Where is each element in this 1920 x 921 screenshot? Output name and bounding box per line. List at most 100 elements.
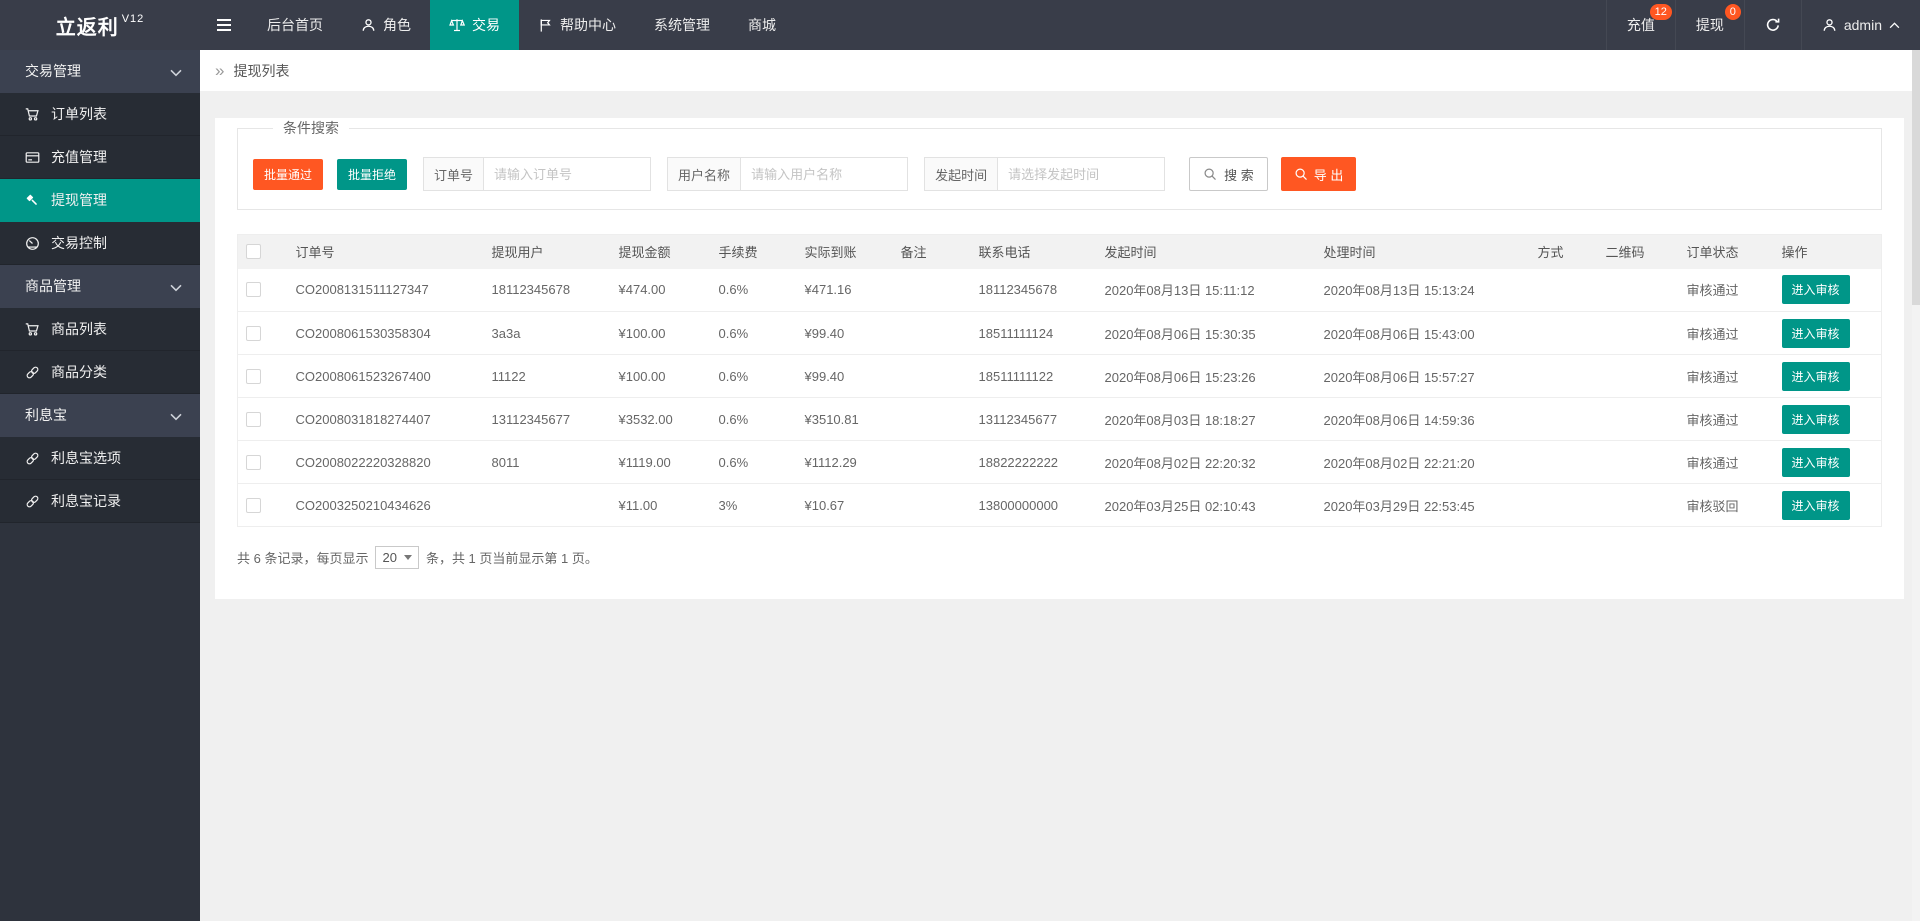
enter-audit-button[interactable]: 进入审核 (1781, 361, 1850, 391)
nav-item-trade[interactable]: 交易 (430, 0, 519, 50)
sidebar-item-withdraw-manage[interactable]: 提现管理 (0, 179, 200, 222)
sidebar: 交易管理 订单列表 充值管理 提现管理 交易控制 商品管理 商品列表 商品分类 … (0, 50, 200, 921)
enter-audit-button[interactable]: 进入审核 (1781, 490, 1850, 520)
col-user: 提现用户 (483, 234, 611, 269)
cell-processed: 2020年08月06日 14:59:36 (1315, 397, 1530, 441)
enter-audit-button[interactable]: 进入审核 (1781, 318, 1850, 348)
flag-icon (540, 18, 551, 32)
cell-remark (892, 354, 971, 398)
sidebar-item-interest-records[interactable]: 利息宝记录 (0, 480, 200, 523)
cell-fee: 0.6% (710, 397, 797, 441)
scrollbar-thumb[interactable] (1912, 50, 1920, 305)
page-size-value: 20 (382, 550, 397, 565)
cell-actual: ¥1112.29 (796, 440, 893, 484)
row-checkbox[interactable] (246, 368, 261, 384)
user-name-input[interactable] (740, 157, 909, 191)
sidebar-group-interest[interactable]: 利息宝 (0, 394, 200, 437)
sidebar-group-goods[interactable]: 商品管理 (0, 265, 200, 308)
user-menu[interactable]: admin (1800, 0, 1920, 50)
select-all-checkbox[interactable] (246, 244, 261, 260)
cell-fee: 0.6% (710, 268, 797, 312)
sidebar-toggle-button[interactable] (200, 0, 248, 50)
cell-actual: ¥99.40 (796, 354, 893, 398)
scrollbar[interactable] (1912, 50, 1920, 921)
col-amount: 提现金额 (610, 234, 711, 269)
batch-reject-button[interactable]: 批量拒绝 (337, 158, 408, 190)
user-name: admin (1843, 17, 1882, 33)
nav-item-help[interactable]: 帮助中心 (519, 0, 635, 50)
refresh-icon (1766, 18, 1780, 31)
order-no-field: 订单号 (423, 157, 652, 191)
brand-logo[interactable]: 立返利 V12 (0, 0, 200, 50)
sidebar-item-goods-list[interactable]: 商品列表 (0, 308, 200, 351)
chevron-up-icon (1889, 21, 1900, 28)
sidebar-item-recharge-manage[interactable]: 充值管理 (0, 136, 200, 179)
enter-audit-button[interactable]: 进入审核 (1781, 275, 1850, 305)
search-button[interactable]: 搜 索 (1189, 157, 1268, 191)
content-card: 条件搜索 批量通过 批量拒绝 订单号 用户名称 发起时间 (215, 118, 1904, 599)
cell-fee: 0.6% (710, 311, 797, 355)
cell-processed: 2020年08月13日 15:13:24 (1315, 268, 1530, 312)
col-phone: 联系电话 (970, 234, 1097, 269)
nav-item-mall[interactable]: 商城 (729, 0, 795, 50)
sidebar-item-trade-control[interactable]: 交易控制 (0, 222, 200, 265)
sidebar-item-order-list[interactable]: 订单列表 (0, 93, 200, 136)
cell-created: 2020年08月06日 15:23:26 (1096, 354, 1316, 398)
row-checkbox[interactable] (246, 497, 261, 513)
row-checkbox[interactable] (246, 325, 261, 341)
user-icon (1823, 18, 1836, 31)
cell-order-no: CO2008061523267400 (287, 354, 484, 398)
cell-qrcode (1597, 311, 1679, 355)
cell-remark (892, 483, 971, 527)
pagination-suffix: 条，共 1 页当前显示第 1 页。 (425, 551, 598, 566)
cell-method (1529, 440, 1598, 484)
cell-created: 2020年03月25日 02:10:43 (1096, 483, 1316, 527)
cell-qrcode (1597, 483, 1679, 527)
col-order-no: 订单号 (287, 234, 484, 269)
cell-amount: ¥11.00 (610, 483, 711, 527)
chevron-down-icon (170, 413, 182, 421)
nav-item-home[interactable]: 后台首页 (248, 0, 342, 50)
row-checkbox[interactable] (246, 282, 261, 298)
cell-status: 审核通过 (1678, 311, 1774, 355)
breadcrumb: 提现列表 (200, 50, 1920, 91)
order-no-input[interactable] (483, 157, 652, 191)
enter-audit-button[interactable]: 进入审核 (1781, 447, 1850, 477)
navbar-right: 充值 12 提现 0 admin (1605, 0, 1920, 50)
cell-phone: 18822222222 (970, 440, 1097, 484)
cell-status: 审核通过 (1678, 397, 1774, 441)
batch-approve-button[interactable]: 批量通过 (253, 158, 324, 190)
row-checkbox[interactable] (246, 454, 261, 470)
export-button[interactable]: 导 出 (1280, 157, 1357, 191)
sidebar-group-label: 商品管理 (25, 278, 81, 294)
cell-status: 审核通过 (1678, 354, 1774, 398)
row-checkbox[interactable] (246, 411, 261, 427)
nav-item-withdraw[interactable]: 提现 0 (1674, 0, 1744, 50)
sidebar-item-goods-category[interactable]: 商品分类 (0, 351, 200, 394)
refresh-button[interactable] (1743, 0, 1801, 50)
sidebar-group-trade[interactable]: 交易管理 (0, 50, 200, 93)
nav-item-recharge[interactable]: 充值 12 (1605, 0, 1675, 50)
cell-remark (892, 268, 971, 312)
table-row: CO2008131511127347 18112345678 ¥474.00 0… (237, 268, 1882, 312)
cell-phone: 18112345678 (970, 268, 1097, 312)
withdraw-table: 订单号 提现用户 提现金额 手续费 实际到账 备注 联系电话 发起时间 处理时间… (237, 234, 1882, 527)
enter-audit-button[interactable]: 进入审核 (1781, 404, 1850, 434)
page-size-select[interactable]: 20 (375, 546, 419, 569)
main-content: 条件搜索 批量通过 批量拒绝 订单号 用户名称 发起时间 (200, 91, 1920, 921)
start-time-input[interactable] (997, 157, 1166, 191)
cell-qrcode (1597, 354, 1679, 398)
cell-remark (892, 311, 971, 355)
scales-icon (449, 19, 465, 32)
sidebar-item-interest-options[interactable]: 利息宝选项 (0, 437, 200, 480)
nav-item-system[interactable]: 系统管理 (635, 0, 729, 50)
cell-phone: 18511111124 (970, 311, 1097, 355)
nav-item-roles[interactable]: 角色 (342, 0, 430, 50)
cell-fee: 0.6% (710, 440, 797, 484)
cell-processed: 2020年03月29日 22:53:45 (1315, 483, 1530, 527)
col-method: 方式 (1529, 234, 1598, 269)
cell-processed: 2020年08月02日 22:21:20 (1315, 440, 1530, 484)
search-legend: 条件搜索 (283, 120, 339, 136)
hamburger-icon (217, 19, 231, 31)
cell-method (1529, 397, 1598, 441)
